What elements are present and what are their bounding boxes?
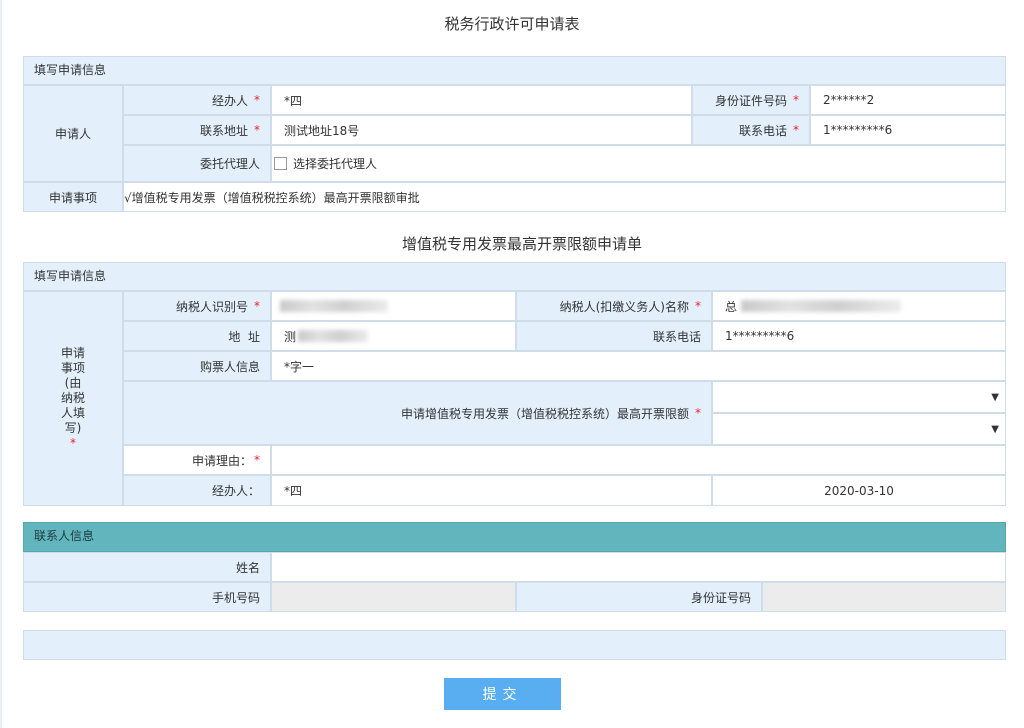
contact-name-field[interactable] <box>271 552 1006 582</box>
side-line: 纳税 <box>60 391 85 405</box>
contact-header: 联系人信息 <box>23 522 1006 552</box>
matter-label: 申请事项 <box>23 182 123 212</box>
taxpayer-name-label-text: 纳税人(扣缴义务人)名称 <box>559 299 689 314</box>
date-field[interactable]: 2020-03-10 <box>712 475 1006 506</box>
id-label: 身份证件号码 * <box>692 85 810 115</box>
chevron-down-icon: ▼ <box>991 423 999 435</box>
s2-phone-label-text: 联系电话 <box>652 329 701 344</box>
limit-label: 申请增值税专用发票（增值税税控系统）最高开票限额 * <box>123 381 712 445</box>
buyer-label-text: 购票人信息 <box>199 359 260 374</box>
phone-field[interactable]: 1*********6 <box>810 115 1006 145</box>
side-line: 人填 <box>60 406 85 420</box>
address-prefix: 测 <box>284 329 297 344</box>
address-value: 测试地址18号 <box>284 123 360 138</box>
agent-checkbox[interactable] <box>274 157 287 170</box>
s2-phone-field[interactable]: 1*********6 <box>712 321 1006 351</box>
id-value: 2******2 <box>823 93 875 107</box>
required-mark: * <box>254 453 260 467</box>
contact-idcard-field <box>762 582 1006 612</box>
taxpayer-id-label: 纳税人识别号 * <box>123 291 271 321</box>
address-label: 联系地址 * <box>123 115 271 145</box>
redacted-taxpayer-name <box>741 300 901 312</box>
side-required-mark: * <box>70 436 76 450</box>
required-mark: * <box>695 406 701 420</box>
id-label-text: 身份证件号码 <box>714 93 787 108</box>
limit-label-text: 申请增值税专用发票（增值税税控系统）最高开票限额 <box>400 406 689 421</box>
agent-label: 委托代理人 <box>123 145 271 182</box>
phone-value: 1*********6 <box>823 123 893 137</box>
phone-label: 联系电话 * <box>692 115 810 145</box>
redacted-address <box>298 330 368 342</box>
section2-header: 填写申请信息 <box>23 262 1006 291</box>
reason-label-text: 申请理由： <box>191 453 252 468</box>
contact-mobile-label-text: 手机号码 <box>211 590 260 605</box>
contact-idcard-label-text: 身份证号码 <box>690 590 751 605</box>
taxpayer-name-field[interactable]: 总 <box>712 291 1006 321</box>
redacted-taxpayer-id <box>280 300 388 312</box>
agent-checkbox-label[interactable]: 选择委托代理人 <box>293 155 377 172</box>
side-line: (由 <box>64 376 82 390</box>
applicant-label-text: 申请人 <box>54 127 91 141</box>
page-title: 税务行政许可申请表 <box>444 15 580 33</box>
matter-label-text: 申请事项 <box>48 190 97 205</box>
handler-value: *四 <box>284 93 303 108</box>
contact-name-label: 姓名 <box>23 552 271 582</box>
side-line: 写) <box>64 421 82 435</box>
matter-value: √增值税专用发票（增值税税控系统）最高开票限额审批 <box>123 182 1006 212</box>
taxpayer-name-prefix: 总 <box>725 299 738 314</box>
applicant-label: 申请人 <box>23 85 123 182</box>
required-mark: * <box>695 299 701 313</box>
required-mark: * <box>254 299 260 313</box>
reason-label: 申请理由： * <box>123 445 271 475</box>
handler-field[interactable]: *四 <box>271 85 692 115</box>
s2-phone-value: 1*********6 <box>725 329 795 343</box>
buyer-value: *字一 <box>284 359 315 374</box>
s2-address-field[interactable]: 测 <box>271 321 516 351</box>
limit-select-2[interactable]: ▼ <box>712 413 1006 445</box>
limit-select-1[interactable]: ▼ <box>712 381 1006 413</box>
agent-label-text: 委托代理人 <box>199 157 260 171</box>
contact-name-label-text: 姓名 <box>235 560 260 575</box>
left-border <box>0 0 2 728</box>
contact-idcard-label: 身份证号码 <box>516 582 762 612</box>
handler-label-text: 经办人 <box>211 93 248 108</box>
apply-matter-side-label: 申请 事项 (由 纳税 人填 写) * <box>23 291 123 506</box>
submit-button[interactable]: 提交 <box>444 678 561 710</box>
required-mark: * <box>793 123 799 137</box>
contact-mobile-field <box>271 582 516 612</box>
s2-address-label-text: 地 址 <box>228 329 260 344</box>
matter-value-text: √增值税专用发票（增值税税控系统）最高开票限额审批 <box>124 190 420 205</box>
required-mark: * <box>254 93 260 107</box>
side-line: 事项 <box>60 361 85 375</box>
side-line: 申请 <box>60 346 85 360</box>
s2-handler-value: *四 <box>284 484 303 498</box>
s2-handler-field[interactable]: *四 <box>271 475 712 506</box>
s2-phone-label: 联系电话 <box>516 321 712 351</box>
taxpayer-id-field[interactable] <box>271 291 516 321</box>
section1-header: 填写申请信息 <box>23 56 1006 85</box>
buyer-field[interactable]: *字一 <box>271 351 1006 381</box>
reason-field[interactable] <box>271 445 1006 475</box>
buyer-label: 购票人信息 <box>123 351 271 381</box>
taxpayer-id-label-text: 纳税人识别号 <box>175 299 248 314</box>
taxpayer-name-label: 纳税人(扣缴义务人)名称 * <box>516 291 712 321</box>
s2-address-label: 地 址 <box>123 321 271 351</box>
phone-label-text: 联系电话 <box>738 123 787 138</box>
handler-label: 经办人 * <box>123 85 271 115</box>
address-label-text: 联系地址 <box>199 123 248 138</box>
required-mark: * <box>793 93 799 107</box>
required-mark: * <box>254 123 260 137</box>
agent-row: 选择委托代理人 <box>271 145 1006 182</box>
id-field[interactable]: 2******2 <box>810 85 1006 115</box>
s2-handler-label: 经办人： <box>123 475 271 506</box>
empty-info-bar <box>23 630 1006 660</box>
address-field[interactable]: 测试地址18号 <box>271 115 692 145</box>
s2-handler-label-text: 经办人： <box>211 484 260 498</box>
date-value: 2020-03-10 <box>824 483 894 498</box>
subtitle: 增值税专用发票最高开票限额申请单 <box>401 235 642 253</box>
contact-mobile-label: 手机号码 <box>23 582 271 612</box>
chevron-down-icon: ▼ <box>991 391 999 403</box>
